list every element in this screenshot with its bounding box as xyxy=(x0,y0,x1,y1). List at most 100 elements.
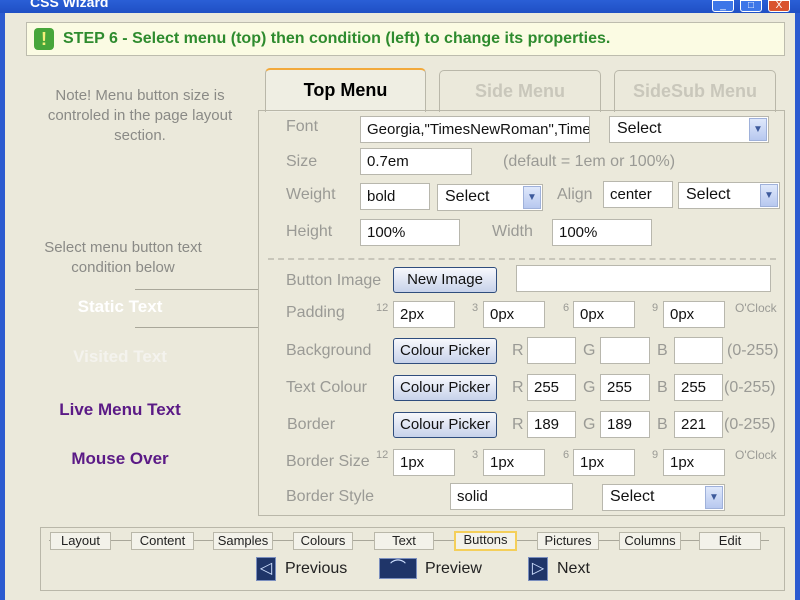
text-colour-r-input[interactable]: 255 xyxy=(527,374,576,401)
window-border-left xyxy=(0,0,5,600)
range-label: (0-255) xyxy=(724,379,776,396)
chevron-down-icon: ▼ xyxy=(749,118,767,141)
step-pictures[interactable]: Pictures xyxy=(537,532,599,550)
chevron-down-icon: ▼ xyxy=(523,186,541,209)
align-label: Align xyxy=(557,186,593,203)
text-colour-g-input[interactable]: 255 xyxy=(600,374,650,401)
g-label: G xyxy=(583,416,596,433)
step-text[interactable]: Text xyxy=(374,532,434,550)
tab-top-menu[interactable]: Top Menu xyxy=(265,68,426,112)
background-colour-picker-button[interactable]: Colour Picker xyxy=(393,338,497,364)
chevron-down-icon: ▼ xyxy=(760,184,778,207)
align-select-value: Select xyxy=(686,186,731,203)
oclock-label: O'Clock xyxy=(735,448,777,462)
border-g-input[interactable]: 189 xyxy=(600,411,650,438)
b-label: B xyxy=(657,416,668,433)
step-samples[interactable]: Samples xyxy=(213,532,273,550)
step-layout[interactable]: Layout xyxy=(50,532,111,550)
step-buttons[interactable]: Buttons xyxy=(454,531,517,551)
wizard-nav: Layout Content Samples Colours Text Butt… xyxy=(40,527,785,591)
border-r-input[interactable]: 189 xyxy=(527,411,576,438)
padding-top-input[interactable]: 2px xyxy=(393,301,455,328)
size-hint: (default = 1em or 100%) xyxy=(503,153,676,170)
maximize-button[interactable]: □ xyxy=(740,0,762,12)
condition-static-text[interactable]: Static Text xyxy=(10,297,230,317)
font-select-value: Select xyxy=(617,120,662,137)
b-label: B xyxy=(657,342,668,359)
border-left-input[interactable]: 1px xyxy=(663,449,725,476)
next-button[interactable]: Next xyxy=(557,560,590,578)
previous-button[interactable]: Previous xyxy=(285,560,347,578)
border-label: Border xyxy=(287,416,336,433)
border-b-input[interactable]: 221 xyxy=(674,411,723,438)
minimize-button[interactable]: _ xyxy=(712,0,734,12)
tab-sidesub-menu[interactable]: SideSub Menu xyxy=(614,70,776,112)
range-label: (0-255) xyxy=(724,416,776,433)
text-colour-label: Text Colour xyxy=(286,379,367,396)
clock-3-label: 3 xyxy=(472,302,479,314)
condition-hint: Select menu button text condition below xyxy=(44,239,202,276)
new-image-button[interactable]: New Image xyxy=(393,267,497,293)
step-edit[interactable]: Edit xyxy=(699,532,761,550)
tab-side-menu[interactable]: Side Menu xyxy=(439,70,601,112)
condition-mouse-over[interactable]: Mouse Over xyxy=(10,449,230,469)
background-g-input[interactable] xyxy=(600,337,650,364)
background-r-input[interactable] xyxy=(527,337,576,364)
dashed-divider xyxy=(268,258,776,260)
clock-9-label: 9 xyxy=(652,302,659,314)
size-input[interactable]: 0.7em xyxy=(360,148,472,175)
width-input[interactable]: 100% xyxy=(552,219,652,246)
step-content[interactable]: Content xyxy=(131,532,194,550)
button-image-label: Button Image xyxy=(286,272,382,289)
size-note: Note! Menu button size is controled in t… xyxy=(47,87,233,144)
banner-text: STEP 6 - Select menu (top) then conditio… xyxy=(63,30,611,47)
clock-6-label: 6 xyxy=(563,302,570,314)
padding-bottom-input[interactable]: 0px xyxy=(573,301,635,328)
border-right-input[interactable]: 1px xyxy=(483,449,545,476)
exclamation-icon: ! xyxy=(34,28,54,50)
font-label: Font xyxy=(286,118,319,135)
text-colour-b-input[interactable]: 255 xyxy=(674,374,723,401)
padding-left-input[interactable]: 0px xyxy=(663,301,725,328)
g-label: G xyxy=(583,342,596,359)
condition-visited-text[interactable]: Visited Text xyxy=(10,347,230,367)
b-label: B xyxy=(657,379,668,396)
next-arrow-icon[interactable]: ▷ xyxy=(528,557,548,581)
r-label: R xyxy=(512,379,524,396)
weight-select[interactable]: Select ▼ xyxy=(437,184,543,211)
padding-right-input[interactable]: 0px xyxy=(483,301,545,328)
weight-input[interactable]: bold xyxy=(360,183,430,210)
padding-label: Padding xyxy=(286,304,345,321)
clock-12-label: 12 xyxy=(376,449,389,461)
border-bottom-input[interactable]: 1px xyxy=(573,449,635,476)
border-colour-picker-button[interactable]: Colour Picker xyxy=(393,412,497,438)
close-button[interactable]: X xyxy=(768,0,790,12)
background-b-input[interactable] xyxy=(674,337,723,364)
divider xyxy=(135,327,259,328)
button-image-input[interactable] xyxy=(516,265,771,292)
title-bar[interactable]: CSS Wizard _ □ X xyxy=(0,0,800,13)
step-colours[interactable]: Colours xyxy=(293,532,353,550)
font-select[interactable]: Select ▼ xyxy=(609,116,769,143)
step-banner: ! STEP 6 - Select menu (top) then condit… xyxy=(26,22,785,56)
align-input[interactable]: center xyxy=(603,181,673,208)
previous-arrow-icon[interactable]: ◁ xyxy=(256,557,276,581)
width-label: Width xyxy=(492,223,533,240)
size-label: Size xyxy=(286,153,318,170)
border-style-select-value: Select xyxy=(610,488,655,505)
preview-button[interactable]: Preview xyxy=(425,560,482,578)
condition-live-menu-text[interactable]: Live Menu Text xyxy=(10,400,230,420)
weight-label: Weight xyxy=(286,186,336,203)
window-border-right xyxy=(795,0,800,600)
align-select[interactable]: Select ▼ xyxy=(678,182,780,209)
border-top-input[interactable]: 1px xyxy=(393,449,455,476)
step-columns[interactable]: Columns xyxy=(619,532,681,550)
text-colour-picker-button[interactable]: Colour Picker xyxy=(393,375,497,401)
r-label: R xyxy=(512,416,524,433)
preview-icon[interactable]: ⌒ xyxy=(379,558,417,579)
font-input[interactable]: Georgia,"TimesNewRoman",Times xyxy=(360,116,590,143)
border-style-label: Border Style xyxy=(286,488,375,505)
height-input[interactable]: 100% xyxy=(360,219,460,246)
border-style-input[interactable]: solid xyxy=(450,483,573,510)
border-style-select[interactable]: Select ▼ xyxy=(602,484,725,511)
